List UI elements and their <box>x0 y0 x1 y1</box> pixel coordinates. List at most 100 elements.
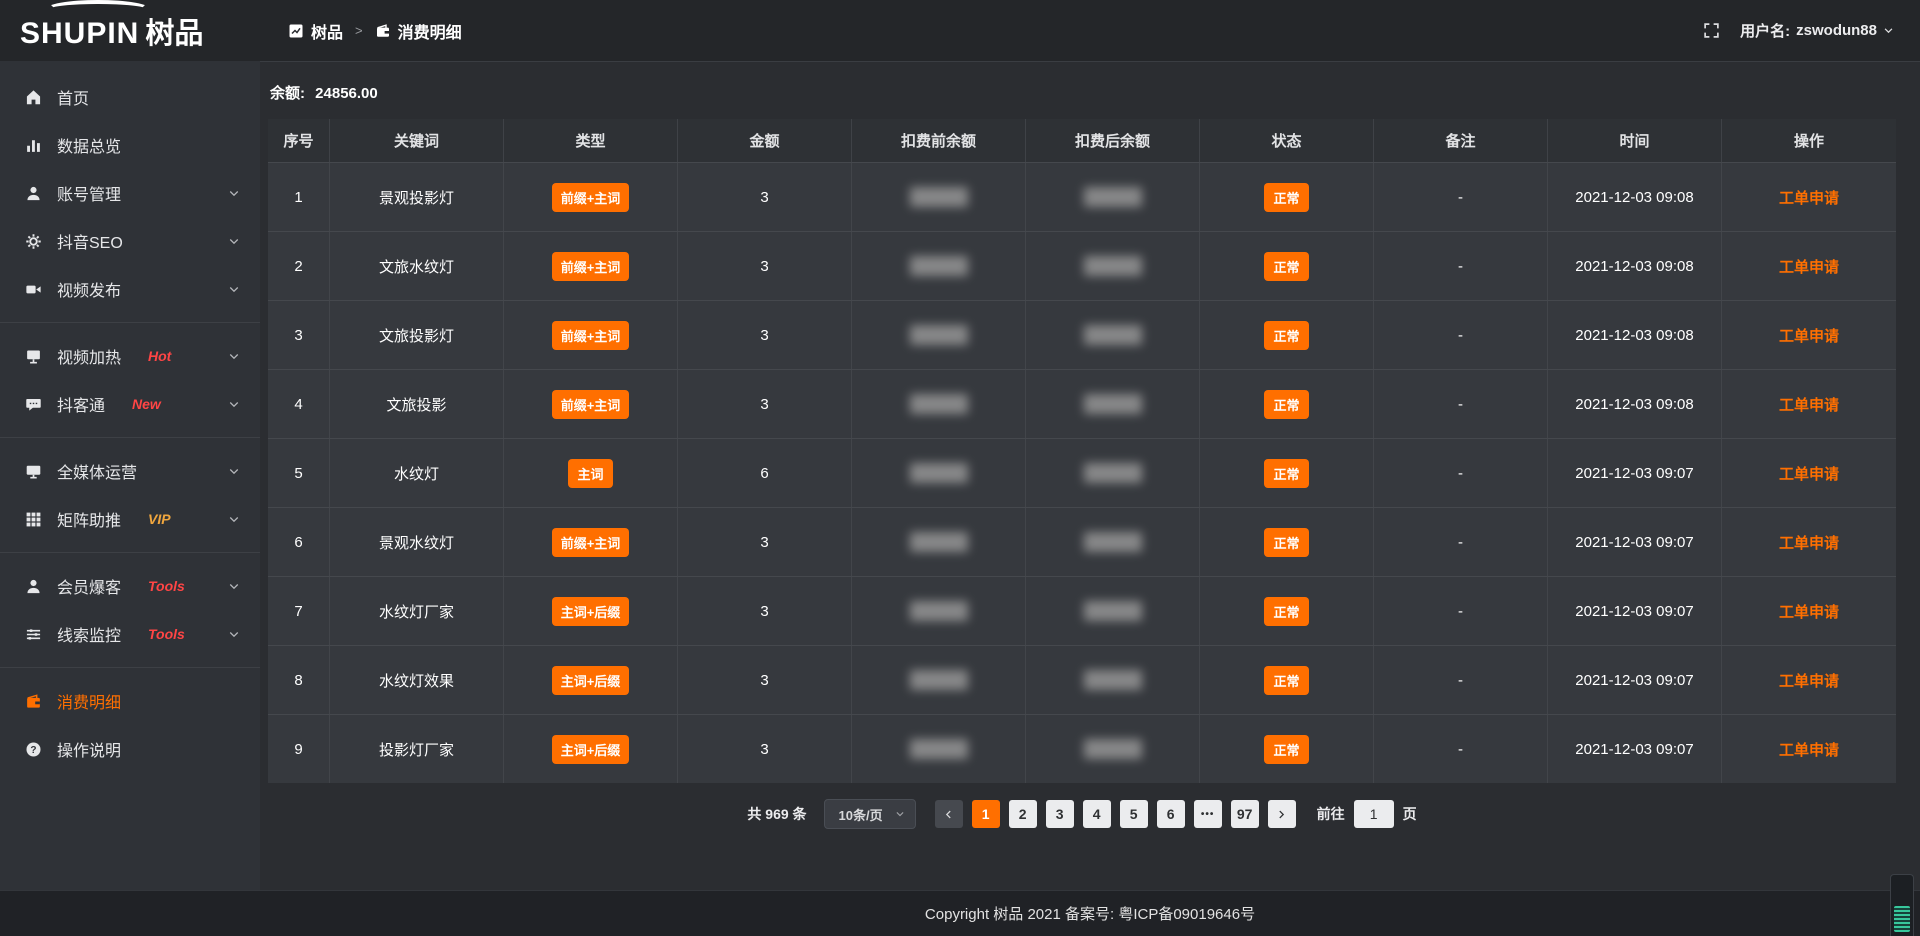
page-button-97[interactable]: 97 <box>1231 800 1259 828</box>
cell-action: 工单申请 <box>1722 301 1896 369</box>
cell-time: 2021-12-03 09:07 <box>1548 508 1722 576</box>
cell-amount: 3 <box>678 715 852 783</box>
sidebar-item-lead-monitor[interactable]: 线索监控 Tools <box>0 610 260 658</box>
page-button-1[interactable]: 1 <box>972 800 1000 828</box>
redacted-balance <box>910 670 968 690</box>
work-order-link[interactable]: 工单申请 <box>1779 187 1839 208</box>
cell-time: 2021-12-03 09:08 <box>1548 370 1722 438</box>
page-size-select[interactable]: 10条/页 <box>824 799 916 829</box>
chevron-down-icon <box>228 235 240 247</box>
more-pages-button[interactable]: ••• <box>1194 800 1222 828</box>
tools-tag: Tools <box>148 578 185 594</box>
cell-balance-before <box>852 232 1026 300</box>
cell-num: 8 <box>268 646 330 714</box>
breadcrumb: 树品 > 消费明细 <box>260 19 462 43</box>
cell-action: 工单申请 <box>1722 370 1896 438</box>
work-order-link[interactable]: 工单申请 <box>1779 532 1839 553</box>
sidebar-item-data-overview[interactable]: 数据总览 <box>0 121 260 169</box>
grid-icon <box>24 511 42 528</box>
redacted-balance <box>1084 463 1142 483</box>
cell-type: 前缀+主词 <box>504 232 678 300</box>
breadcrumb-current-label: 消费明细 <box>398 19 462 43</box>
username-value: zswodun88 <box>1796 22 1877 39</box>
cell-status: 正常 <box>1200 715 1374 783</box>
cell-num: 9 <box>268 715 330 783</box>
cell-action: 工单申请 <box>1722 163 1896 231</box>
cell-balance-before <box>852 439 1026 507</box>
col-header: 扣费前余额 <box>852 119 1026 162</box>
cell-status: 正常 <box>1200 577 1374 645</box>
breadcrumb-item-home[interactable]: 树品 <box>288 19 343 43</box>
cell-keyword: 文旅投影 <box>330 370 504 438</box>
redacted-balance <box>1084 532 1142 552</box>
sidebar-item-instructions[interactable]: ? 操作说明 <box>0 725 260 773</box>
sidebar-item-video-publish[interactable]: 视频发布 <box>0 265 260 313</box>
sidebar-divider <box>0 437 260 438</box>
footer: Copyright 树品 2021 备案号: 粤ICP备09019646号 <box>0 890 1920 936</box>
col-header: 备注 <box>1374 119 1548 162</box>
sidebar-item-home[interactable]: 首页 <box>0 73 260 121</box>
gear-icon <box>24 233 42 250</box>
cell-status: 正常 <box>1200 163 1374 231</box>
fullscreen-icon[interactable] <box>1703 22 1720 39</box>
cell-keyword: 景观水纹灯 <box>330 508 504 576</box>
cell-balance-after <box>1026 646 1200 714</box>
new-tag: New <box>132 396 161 412</box>
scrollbar-widget[interactable] <box>1890 874 1914 936</box>
sidebar-item-label: 数据总览 <box>57 133 121 157</box>
user-menu-trigger[interactable]: 用户名: zswodun88 <box>1740 20 1894 41</box>
goto-page-input[interactable] <box>1354 800 1394 828</box>
sidebar-item-label: 账号管理 <box>57 181 121 205</box>
cell-time: 2021-12-03 09:07 <box>1548 715 1722 783</box>
sidebar-divider <box>0 322 260 323</box>
page-button-4[interactable]: 4 <box>1083 800 1111 828</box>
logo-text-cn: 树品 <box>145 10 203 52</box>
cell-num: 4 <box>268 370 330 438</box>
page-button-6[interactable]: 6 <box>1157 800 1185 828</box>
page-button-2[interactable]: 2 <box>1009 800 1037 828</box>
page-button-3[interactable]: 3 <box>1046 800 1074 828</box>
work-order-link[interactable]: 工单申请 <box>1779 670 1839 691</box>
cell-amount: 3 <box>678 646 852 714</box>
work-order-link[interactable]: 工单申请 <box>1779 739 1839 760</box>
cell-type: 主词 <box>504 439 678 507</box>
scrollbar-thumb[interactable] <box>1894 906 1910 932</box>
status-badge: 正常 <box>1264 597 1308 626</box>
cell-time: 2021-12-03 09:07 <box>1548 439 1722 507</box>
col-header: 关键词 <box>330 119 504 162</box>
logo-arc-decoration <box>46 0 150 18</box>
sidebar-item-consumption-detail[interactable]: 消费明细 <box>0 677 260 725</box>
cell-remark: - <box>1374 715 1548 783</box>
status-badge: 正常 <box>1264 666 1308 695</box>
brand-logo[interactable]: SHUPIN 树品 <box>0 10 260 52</box>
page-button-5[interactable]: 5 <box>1120 800 1148 828</box>
sidebar-item-douketong[interactable]: 抖客通 New <box>0 380 260 428</box>
cell-num: 7 <box>268 577 330 645</box>
cell-balance-after <box>1026 508 1200 576</box>
cell-action: 工单申请 <box>1722 715 1896 783</box>
cell-num: 5 <box>268 439 330 507</box>
sidebar-item-video-heat[interactable]: 视频加热 Hot <box>0 332 260 380</box>
prev-page-button[interactable] <box>935 800 963 828</box>
work-order-link[interactable]: 工单申请 <box>1779 394 1839 415</box>
chevron-down-icon <box>228 350 240 362</box>
sidebar-item-all-media[interactable]: 全媒体运营 <box>0 447 260 495</box>
work-order-link[interactable]: 工单申请 <box>1779 463 1839 484</box>
sidebar-item-account-mgmt[interactable]: 账号管理 <box>0 169 260 217</box>
video-camera-icon <box>24 281 42 298</box>
cell-balance-before <box>852 301 1026 369</box>
logo-text-en: SHUPIN <box>20 17 139 51</box>
status-badge: 正常 <box>1264 321 1308 350</box>
type-badge: 主词 <box>568 459 612 488</box>
next-page-button[interactable] <box>1268 800 1296 828</box>
work-order-link[interactable]: 工单申请 <box>1779 601 1839 622</box>
cell-num: 6 <box>268 508 330 576</box>
app-window: SHUPIN 树品 树品 > 消费明细 用户名: zswodun88 <box>0 0 1920 936</box>
table-row: 9 投影灯厂家 主词+后缀 3 正常 - 2021-12-03 09:07 工单… <box>268 714 1896 783</box>
sidebar-item-matrix-boost[interactable]: 矩阵助推 VIP <box>0 495 260 543</box>
work-order-link[interactable]: 工单申请 <box>1779 325 1839 346</box>
work-order-link[interactable]: 工单申请 <box>1779 256 1839 277</box>
sidebar-item-member-burst[interactable]: 会员爆客 Tools <box>0 562 260 610</box>
sidebar-item-douyin-seo[interactable]: 抖音SEO <box>0 217 260 265</box>
col-header: 类型 <box>504 119 678 162</box>
